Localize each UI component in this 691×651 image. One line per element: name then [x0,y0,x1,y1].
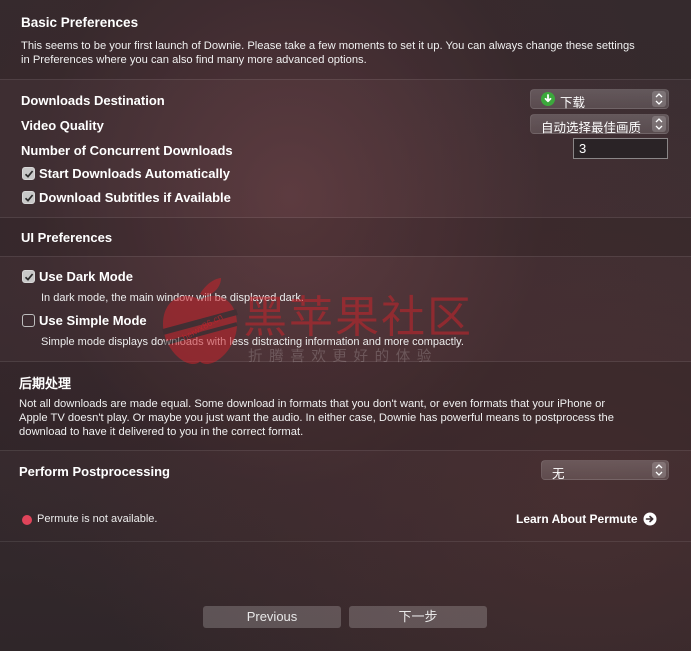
downloads-destination-value: 下载 [560,96,586,110]
simple-mode-label[interactable]: Use Simple Mode [39,313,147,328]
postprocessing-desc-line1: Not all downloads are made equal. Some d… [19,398,606,410]
separator [0,79,691,80]
start-downloads-label[interactable]: Start Downloads Automatically [39,166,230,181]
next-button[interactable]: 下一步 [349,606,487,628]
separator [0,256,691,257]
video-quality-popup[interactable]: 自动选择最佳画质 [530,114,669,135]
popup-stepper-icon [652,462,666,478]
learn-about-permute-label: Learn About Permute [516,512,638,526]
watermark-apple-logo [155,272,245,367]
checkmark-icon [24,194,34,202]
separator [0,450,691,451]
checkmark-icon [24,273,34,281]
dark-mode-description: In dark mode, the main window will be di… [41,292,304,304]
basic-intro-line2: in Preferences where you can also find m… [21,54,367,66]
previous-button[interactable]: Previous [203,606,341,628]
postprocessing-title: 后期处理 [19,376,72,391]
status-dot-icon [22,515,32,525]
dark-mode-label[interactable]: Use Dark Mode [39,269,133,284]
checkmark-icon [24,170,34,178]
perform-postprocessing-value: 无 [552,467,565,481]
basic-intro-line1: This seems to be your first launch of Do… [21,40,635,52]
downloads-destination-label: Downloads Destination [21,93,165,108]
basic-preferences-title: Basic Preferences [21,15,139,30]
permute-status-text: Permute is not available. [37,513,158,525]
video-quality-value: 自动选择最佳画质 [541,121,642,135]
download-arrow-icon [541,92,555,106]
downloads-destination-popup[interactable]: 下载 [530,89,669,110]
simple-mode-description: Simple mode displays downloads with less… [41,336,464,348]
arrow-circle-right-icon [643,512,657,526]
perform-postprocessing-popup[interactable]: 无 [541,460,669,481]
postprocessing-desc-line2: Apple TV doesn't play. Or maybe you just… [19,412,614,424]
learn-about-permute-link[interactable]: Learn About Permute [516,512,657,526]
concurrent-downloads-label: Number of Concurrent Downloads [21,143,233,158]
start-downloads-checkbox[interactable] [22,167,35,180]
video-quality-label: Video Quality [21,118,104,133]
dark-mode-checkbox[interactable] [22,270,35,283]
download-subtitles-label[interactable]: Download Subtitles if Available [39,190,231,205]
ui-preferences-title: UI Preferences [21,230,113,245]
simple-mode-checkbox[interactable] [22,314,35,327]
concurrent-downloads-field[interactable]: 3 [573,138,668,159]
popup-stepper-icon [652,116,666,132]
postprocessing-desc-line3: download to have it delivered to you in … [19,426,304,438]
separator [0,541,691,542]
perform-postprocessing-label: Perform Postprocessing [19,464,170,479]
download-subtitles-checkbox[interactable] [22,191,35,204]
popup-stepper-icon [652,91,666,107]
